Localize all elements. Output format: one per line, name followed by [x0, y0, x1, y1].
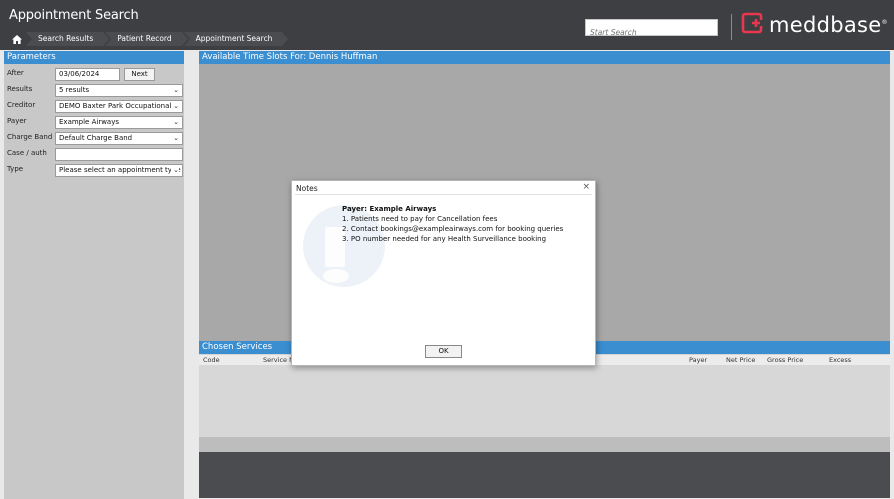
payer-value: Example Airways [59, 118, 120, 126]
after-date-input[interactable]: 03/06/2024 [55, 68, 120, 81]
results-label: Results [7, 85, 33, 93]
global-search [585, 19, 718, 39]
case-auth-label: Case / auth [7, 149, 47, 157]
charge-band-row: Charge Band Default Charge Band ⌄ [4, 132, 184, 145]
time-slots-header: Available Time Slots For: Dennis Huffman [199, 51, 890, 64]
breadcrumb-appointment-search[interactable]: Appointment Search [183, 32, 289, 46]
column-gross-price[interactable]: Gross Price [767, 356, 803, 364]
logo-registered-mark: ® [881, 18, 888, 26]
chevron-down-icon: ⌄ [171, 117, 179, 128]
case-auth-input[interactable] [55, 148, 183, 161]
type-value: Please select an appointment type [59, 166, 181, 174]
app-window: Appointment Search Search Results Patien… [0, 0, 894, 499]
close-icon[interactable]: × [582, 182, 590, 192]
ok-button[interactable]: OK [425, 345, 462, 358]
results-row: Results 5 results ⌄ [4, 84, 184, 97]
note-line: 2. Contact bookings@exampleairways.com f… [342, 225, 564, 233]
case-auth-row: Case / auth [4, 148, 184, 161]
parameters-panel: Parameters After 03/06/2024 Next Results… [4, 51, 184, 499]
note-line: 1. Patients need to pay for Cancellation… [342, 215, 498, 223]
column-payer[interactable]: Payer [689, 356, 707, 364]
meddbase-logo: meddbase ® [741, 12, 888, 38]
parameters-header: Parameters [4, 51, 184, 64]
creditor-value: DEMO Baxter Park Occupational H [59, 102, 179, 110]
note-line: 3. PO number needed for any Health Surve… [342, 235, 547, 243]
meddbase-logo-icon [741, 12, 763, 38]
page-title: Appointment Search [9, 8, 139, 23]
charge-band-label: Charge Band [7, 133, 53, 141]
watermark-dot [323, 269, 349, 283]
breadcrumb-patient-record[interactable]: Patient Record [105, 32, 189, 46]
logo-text: meddbase [769, 13, 882, 37]
after-row: After 03/06/2024 Next [4, 68, 184, 81]
type-row: Type Please select an appointment type ⌄ [4, 164, 184, 177]
chosen-services-footer [199, 452, 890, 498]
creditor-select[interactable]: DEMO Baxter Park Occupational H ⌄ [55, 100, 183, 113]
payer-label: Payer [7, 117, 27, 125]
note-heading: Payer: Example Airways [342, 205, 437, 213]
note-content: Payer: Example Airways 1. Patients need … [342, 204, 563, 244]
payer-select[interactable]: Example Airways ⌄ [55, 116, 183, 129]
chosen-services-list [199, 365, 890, 437]
search-input[interactable] [590, 26, 710, 39]
results-select[interactable]: 5 results ⌄ [55, 84, 183, 97]
logo-divider [731, 14, 732, 40]
creditor-label: Creditor [7, 101, 36, 109]
breadcrumb: Search Results Patient Record Appointmen… [8, 32, 289, 46]
type-select[interactable]: Please select an appointment type ⌄ [55, 164, 183, 177]
notes-dialog: Notes × Payer: Example Airways 1. Patien… [291, 180, 596, 366]
chevron-down-icon: ⌄ [171, 101, 179, 112]
column-net-price[interactable]: Net Price [726, 356, 755, 364]
dialog-title: Notes [296, 184, 318, 193]
column-excess[interactable]: Excess [829, 356, 851, 364]
type-label: Type [7, 165, 24, 173]
breadcrumb-search-results[interactable]: Search Results [26, 32, 110, 46]
chevron-down-icon: ⌄ [171, 165, 179, 176]
after-label: After [7, 69, 24, 77]
charge-band-select[interactable]: Default Charge Band ⌄ [55, 132, 183, 145]
home-icon[interactable] [8, 32, 26, 46]
results-value: 5 results [59, 86, 90, 94]
chosen-services-scrollbar[interactable] [199, 437, 890, 452]
chevron-down-icon: ⌄ [171, 133, 179, 144]
charge-band-value: Default Charge Band [59, 134, 133, 142]
creditor-row: Creditor DEMO Baxter Park Occupational H… [4, 100, 184, 113]
column-code[interactable]: Code [203, 356, 220, 364]
payer-row: Payer Example Airways ⌄ [4, 116, 184, 129]
dialog-body: Payer: Example Airways 1. Patients need … [295, 194, 592, 346]
chevron-down-icon: ⌄ [171, 85, 179, 96]
next-button[interactable]: Next [124, 68, 155, 81]
app-header: Appointment Search Search Results Patien… [0, 0, 894, 50]
